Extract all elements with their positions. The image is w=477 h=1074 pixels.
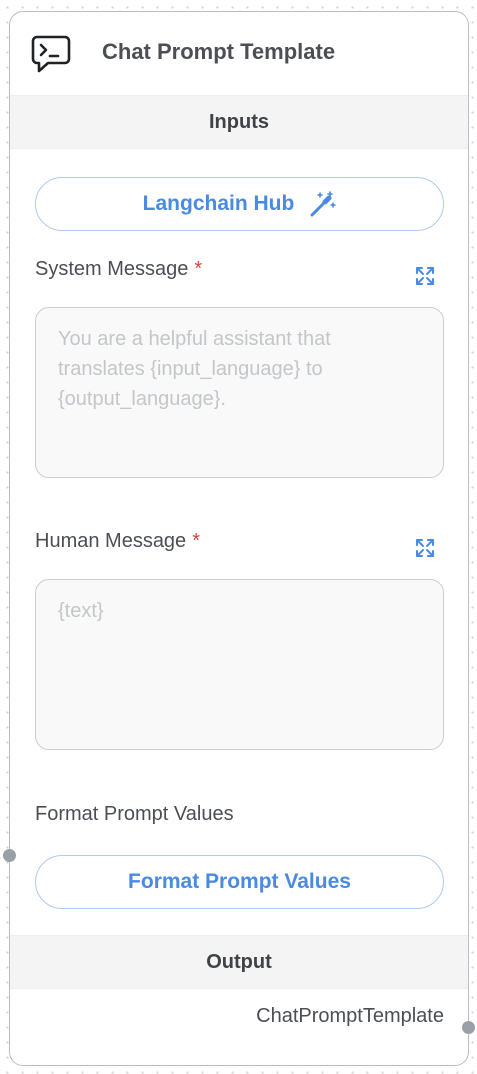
- expand-icon[interactable]: [414, 537, 436, 559]
- human-message-label-text: Human Message: [35, 530, 187, 552]
- format-prompt-values-label: Format Prompt Values: [35, 803, 234, 825]
- required-asterisk: *: [192, 530, 200, 552]
- input-connection-handle[interactable]: [3, 849, 16, 862]
- system-message-label: System Message *: [35, 258, 202, 281]
- format-prompt-values-button-label: Format Prompt Values: [128, 870, 351, 893]
- human-message-textarea[interactable]: {text}: [35, 579, 444, 750]
- output-type-label: ChatPromptTemplate: [256, 1005, 444, 1027]
- inputs-section-header: Inputs: [10, 95, 468, 149]
- system-message-textarea[interactable]: You are a helpful assistant that transla…: [35, 307, 444, 478]
- required-asterisk: *: [194, 258, 203, 280]
- expand-icon[interactable]: [414, 265, 436, 287]
- langchain-hub-button[interactable]: Langchain Hub: [35, 177, 444, 231]
- node-title: Chat Prompt Template: [102, 39, 336, 64]
- format-prompt-values-button[interactable]: Format Prompt Values: [35, 855, 444, 909]
- human-message-label: Human Message *: [35, 530, 200, 553]
- terminal-message-icon: [31, 35, 71, 73]
- chat-prompt-template-node[interactable]: Chat Prompt Template Inputs Langchain Hu…: [9, 11, 469, 1066]
- node-header: Chat Prompt Template: [10, 12, 468, 95]
- output-section-header: Output: [10, 935, 468, 989]
- output-connection-handle[interactable]: [462, 1021, 475, 1034]
- langchain-hub-button-label: Langchain Hub: [142, 192, 295, 215]
- magic-wand-icon: [310, 191, 337, 217]
- system-message-label-text: System Message: [35, 258, 189, 280]
